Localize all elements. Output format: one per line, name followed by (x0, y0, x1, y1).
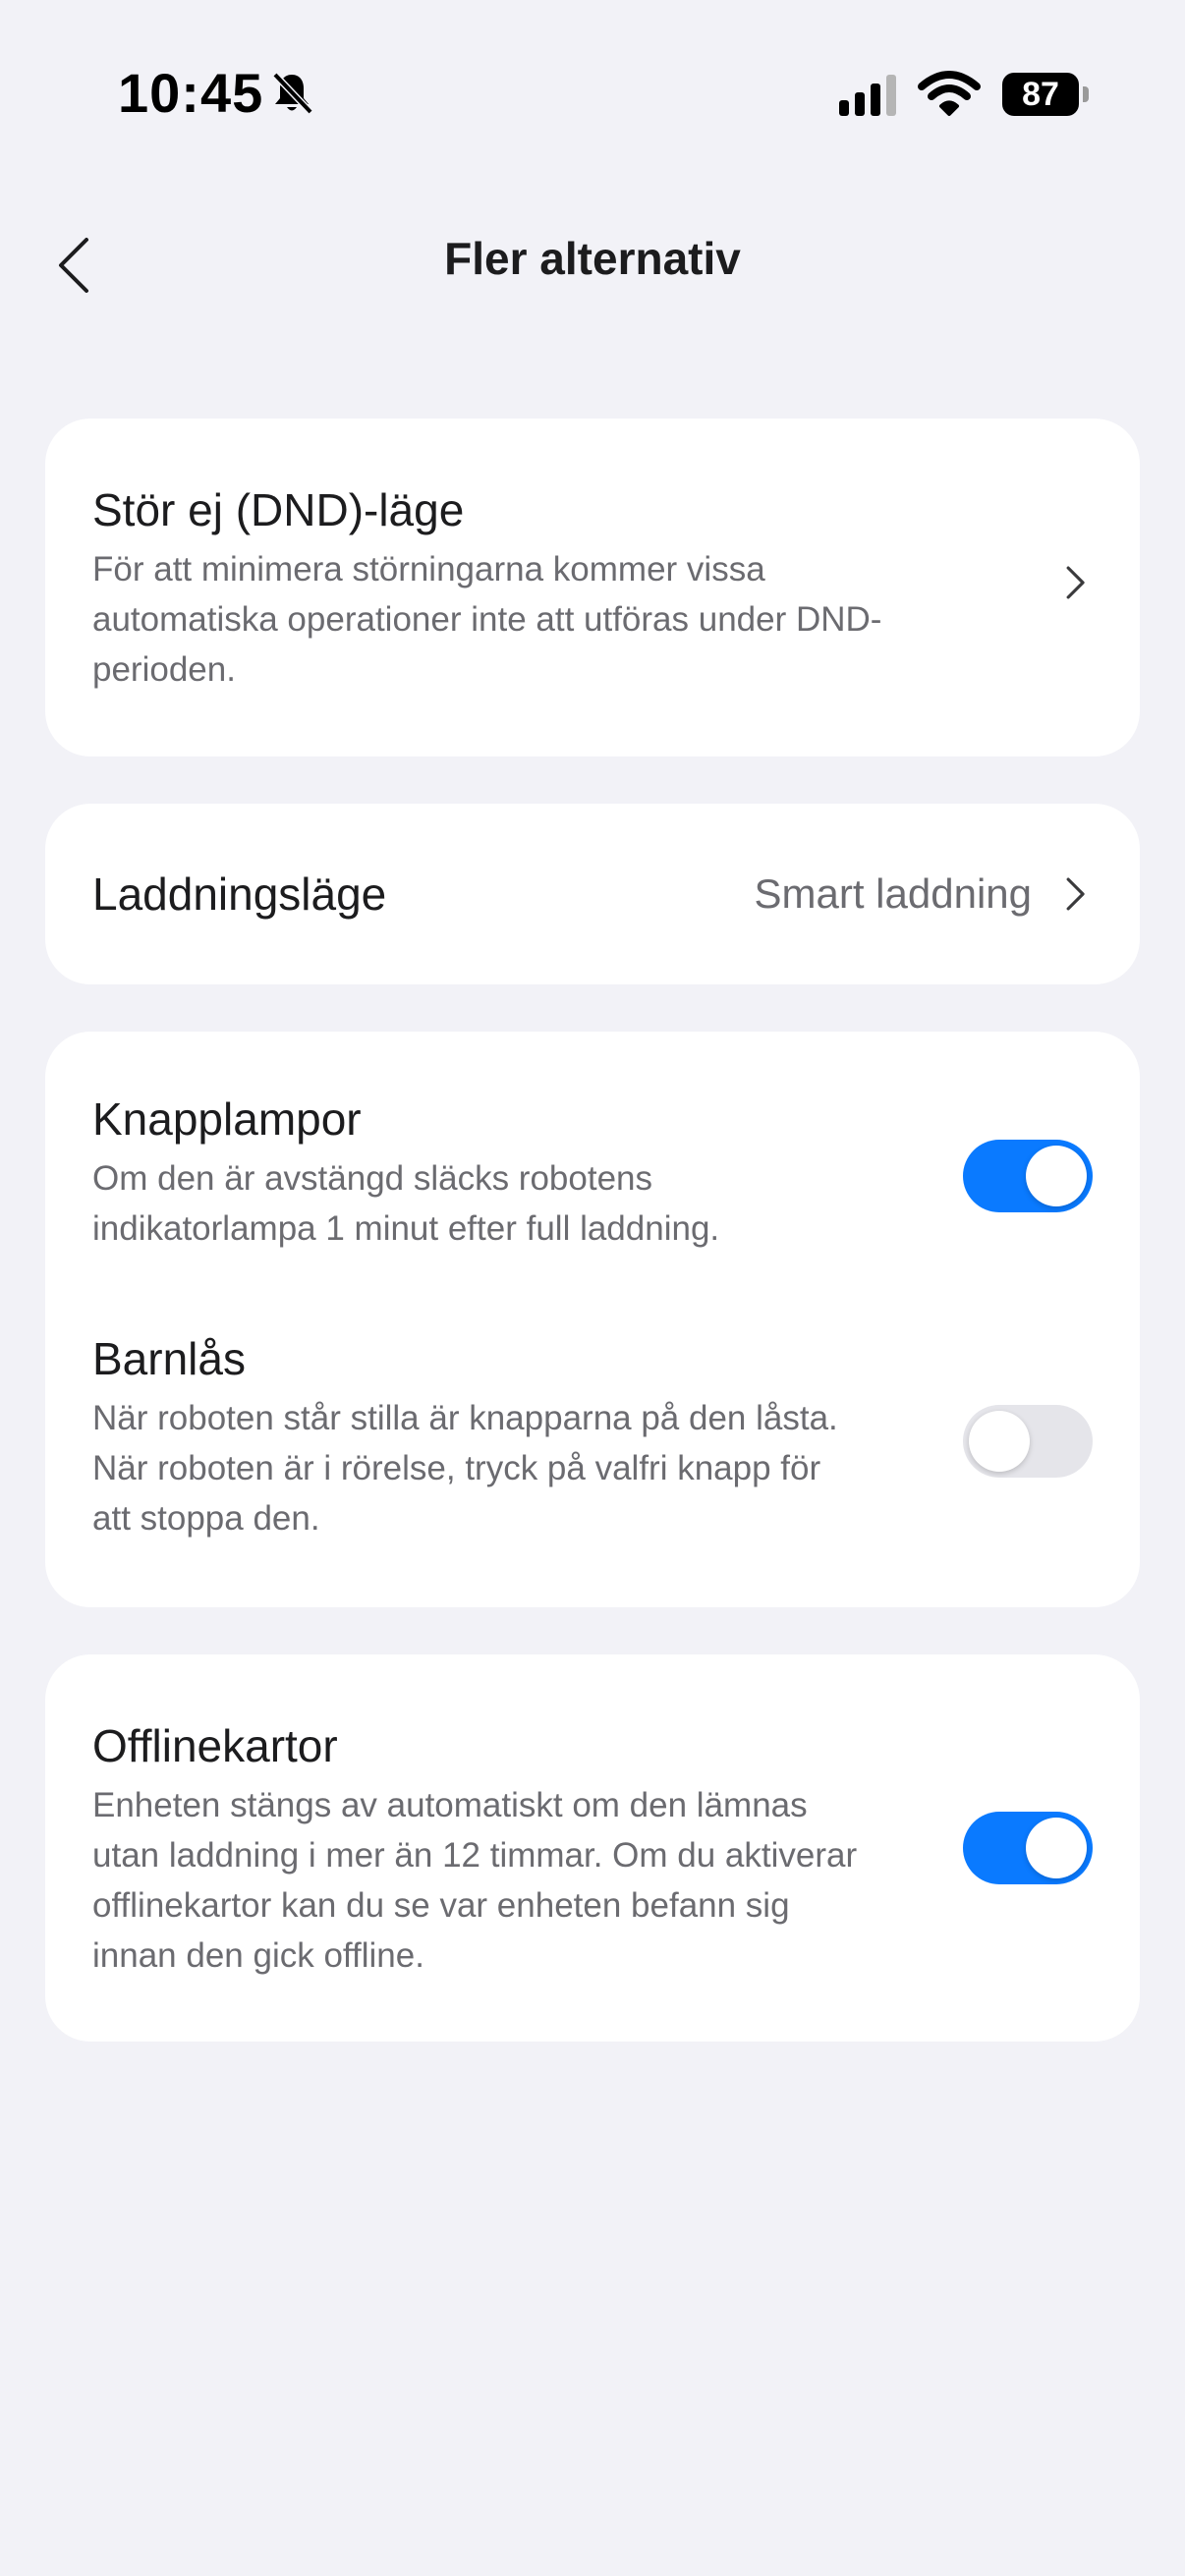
wifi-icon (918, 69, 981, 118)
offline-maps-description: Enheten stängs av automatiskt om den läm… (92, 1780, 977, 1981)
chevron-right-icon (1066, 877, 1085, 911)
offline-maps-desc-line: offlinekartor kan du se var enheten befa… (92, 1886, 790, 1925)
button-lights-title: Knapplampor (92, 1093, 362, 1145)
child-lock-desc-line: att stoppa den. (92, 1499, 320, 1538)
button-lights-toggle[interactable] (963, 1140, 1093, 1212)
charging-mode-row[interactable]: Laddningsläge Smart laddning (45, 804, 1140, 984)
dnd-mode-title: Stör ej (DND)-läge (92, 484, 465, 535)
status-time: 10:45 (118, 62, 264, 124)
status-bar: 10:45 87 (0, 0, 1185, 187)
cellular-signal-icon (837, 71, 900, 118)
button-lights-row: Knapplampor Om den är avstängd släcks ro… (92, 1091, 977, 1254)
button-lights-desc-line: indikatorlampa 1 minut efter full laddni… (92, 1209, 720, 1248)
offline-maps-card: Offlinekartor Enheten stängs av automati… (45, 1654, 1140, 2042)
offline-maps-desc-line: Enheten stängs av automatiskt om den läm… (92, 1786, 808, 1824)
bell-slash-icon (267, 69, 316, 118)
child-lock-desc-line: När roboten är i rörelse, tryck på valfr… (92, 1449, 821, 1487)
battery-icon: 87 (1002, 73, 1091, 118)
dnd-desc-line: perioden. (92, 650, 236, 689)
toggles-card: Knapplampor Om den är avstängd släcks ro… (45, 1032, 1140, 1607)
toggle-knob (969, 1411, 1030, 1472)
charging-mode-value: Smart laddning (754, 870, 1033, 917)
toggle-knob (1026, 1818, 1087, 1878)
button-lights-description: Om den är avstängd släcks robotens indik… (92, 1153, 977, 1254)
child-lock-toggle[interactable] (963, 1405, 1093, 1478)
offline-maps-desc-line: utan laddning i mer än 12 timmar. Om du … (92, 1836, 858, 1875)
chevron-right-icon (1066, 566, 1085, 599)
child-lock-title: Barnlås (92, 1333, 246, 1384)
offline-maps-toggle[interactable] (963, 1812, 1093, 1884)
dnd-desc-line: För att minimera störningarna kommer vis… (92, 550, 765, 588)
toggle-knob (1026, 1146, 1087, 1206)
button-lights-desc-line: Om den är avstängd släcks robotens (92, 1159, 653, 1198)
offline-maps-desc-line: innan den gick offline. (92, 1936, 424, 1975)
child-lock-row: Barnlås När roboten står stilla är knapp… (92, 1330, 977, 1543)
offline-maps-title: Offlinekartor (92, 1720, 338, 1771)
dnd-desc-line: automatiska operationer inte att utföras… (92, 600, 882, 639)
page-title: Fler alternativ (444, 233, 741, 284)
dnd-mode-description: För att minimera störningarna kommer vis… (92, 544, 1093, 695)
dnd-mode-row[interactable]: Stör ej (DND)-läge För att minimera stör… (45, 419, 1140, 756)
battery-level: 87 (1002, 73, 1079, 116)
child-lock-description: När roboten står stilla är knapparna på … (92, 1393, 977, 1543)
battery-cap (1083, 86, 1089, 102)
child-lock-desc-line: När roboten står stilla är knapparna på … (92, 1399, 838, 1437)
charging-mode-title: Laddningsläge (92, 868, 387, 920)
offline-maps-row: Offlinekartor Enheten stängs av automati… (92, 1717, 977, 1981)
